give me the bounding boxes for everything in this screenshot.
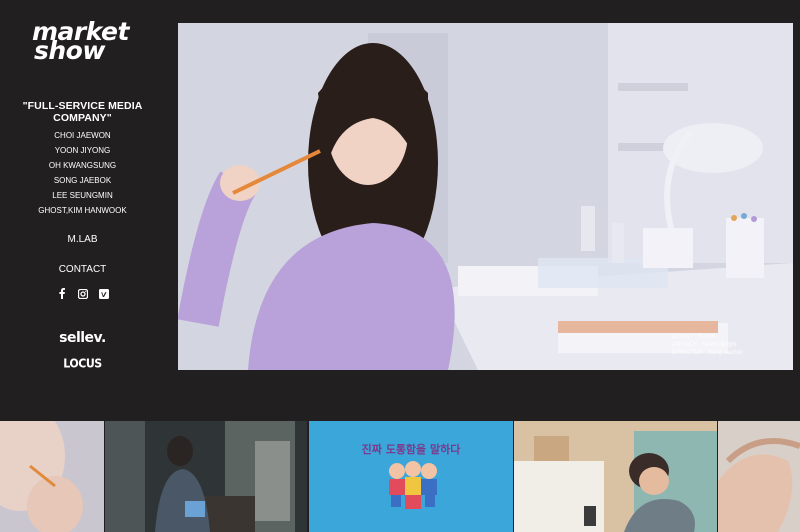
sellev-logo[interactable]: sellev. xyxy=(0,330,165,346)
facebook-icon[interactable] xyxy=(57,288,67,299)
locus-logo[interactable]: LOCUS xyxy=(0,356,165,371)
thumbnail-5[interactable] xyxy=(718,421,800,532)
thumbnail-4[interactable] xyxy=(514,421,717,532)
director-link[interactable]: LEE SEUNGMIN xyxy=(0,190,165,205)
contact-link[interactable]: CONTACT xyxy=(0,264,165,275)
hero-scene xyxy=(178,23,793,370)
market-show-logo[interactable]: market show xyxy=(32,19,137,63)
vimeo-icon[interactable] xyxy=(98,288,109,299)
credit-agency: AGENCY : Studio Bright xyxy=(671,342,737,348)
thumbnail-2[interactable] xyxy=(105,421,307,532)
instagram-icon[interactable] xyxy=(77,288,88,299)
sidebar: market show "FULL-SERVICE MEDIA COMPANY"… xyxy=(0,0,165,410)
hero-credit: CLIENT : YOON AGENCY : Studio Bright DIR… xyxy=(672,333,743,357)
mlab-link[interactable]: M.LAB xyxy=(0,234,165,245)
director-link[interactable]: OH KWANGSUNG xyxy=(0,160,165,175)
thumbnail-1[interactable] xyxy=(0,421,104,532)
hero-video[interactable]: CLIENT : YOON AGENCY : Studio Bright DIR… xyxy=(178,23,793,370)
director-link[interactable]: SONG JAEBOK xyxy=(0,175,165,190)
director-link[interactable]: CHOI JAEWON xyxy=(0,130,165,145)
thumbnail-3[interactable]: 진짜 도통함을 말하다 xyxy=(309,421,513,532)
credit-client: CLIENT : YOON xyxy=(671,334,716,340)
thumbnail-strip: 진짜 도통함을 말하다 xyxy=(0,421,800,532)
credit-director: DIRECTOR : Song Jaebok xyxy=(671,350,743,356)
director-link[interactable]: YOON JIYONG xyxy=(0,145,165,160)
company-tagline: "FULL-SERVICE MEDIA COMPANY" xyxy=(22,100,143,124)
social-links xyxy=(0,288,165,299)
directors-list: CHOI JAEWON YOON JIYONG OH KWANGSUNG SON… xyxy=(0,130,165,220)
director-link[interactable]: GHOST,KIM HANWOOK xyxy=(0,205,165,220)
